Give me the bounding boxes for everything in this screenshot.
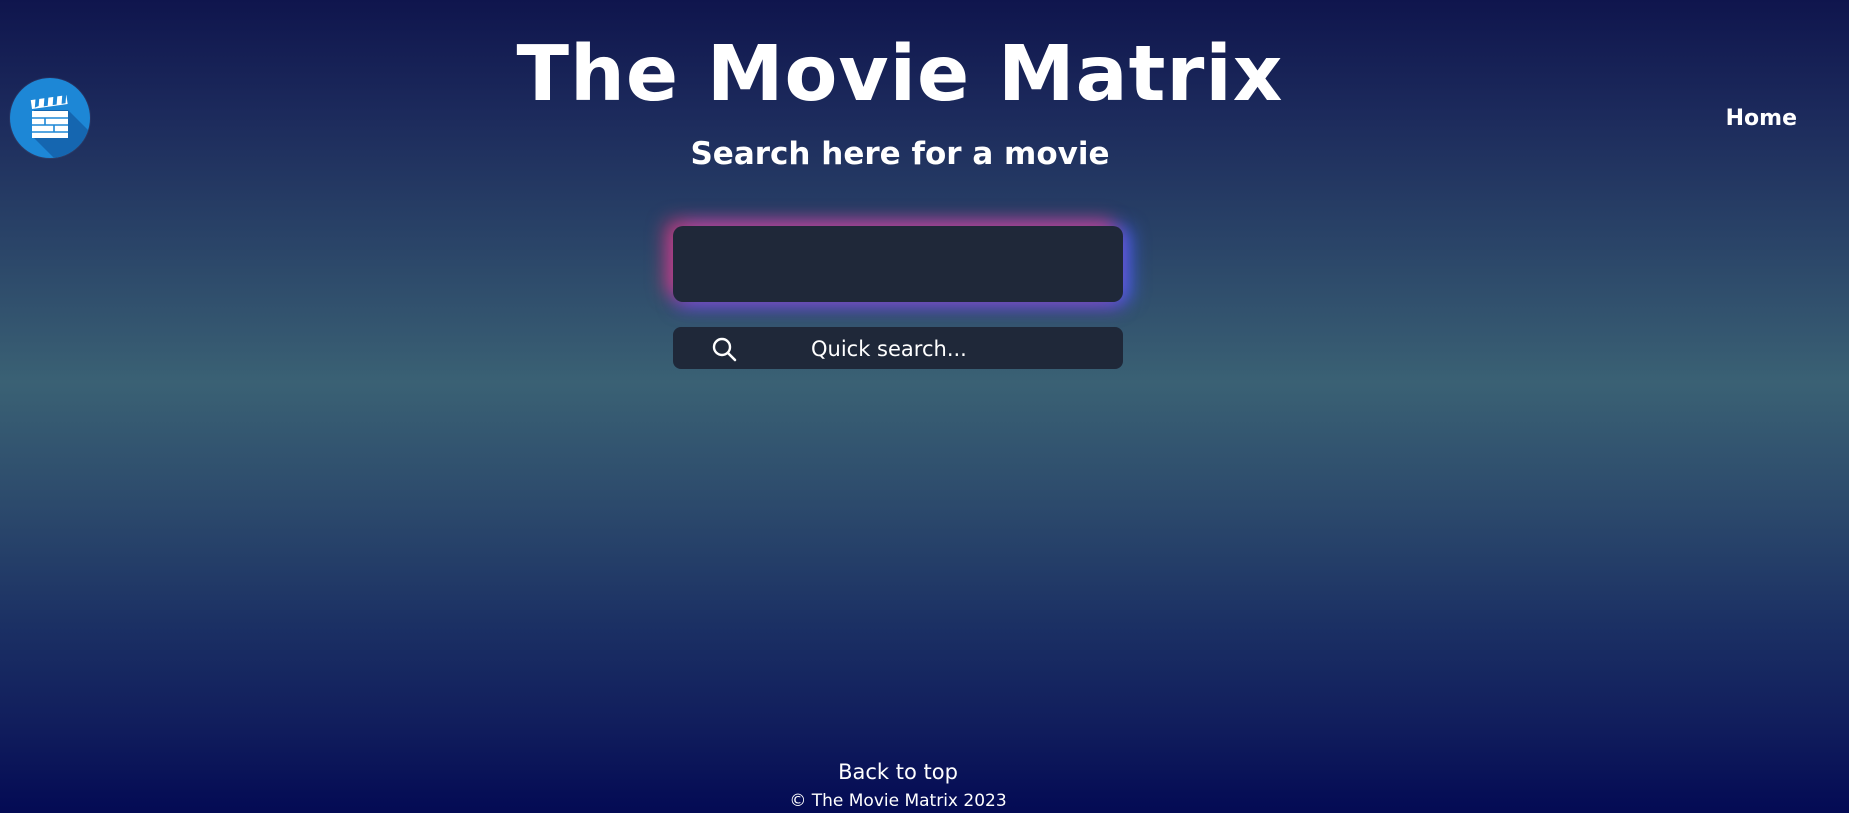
copyright-text: © The Movie Matrix 2023 [789,791,1007,811]
search-icon [712,337,737,362]
nav-home-link[interactable]: Home [1726,106,1797,131]
quick-search-button[interactable]: Quick search... [673,327,1123,369]
back-to-top-link[interactable]: Back to top [0,760,1796,784]
movie-search-input[interactable] [673,226,1123,302]
page-title: The Movie Matrix [516,30,1284,119]
quick-search-label: Quick search... [811,337,967,361]
page-subtitle: Search here for a movie [690,136,1110,172]
